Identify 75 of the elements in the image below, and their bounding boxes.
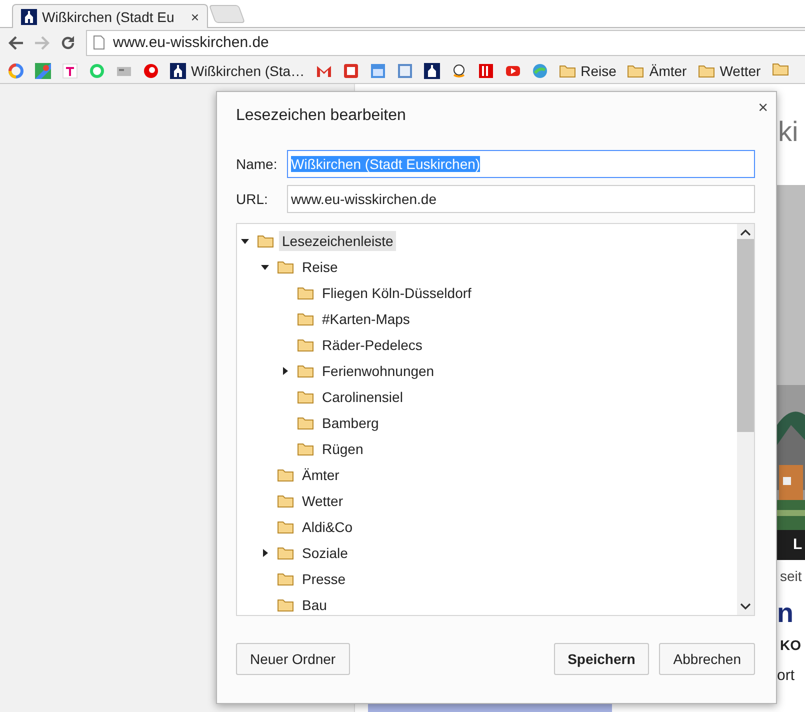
back-icon[interactable] — [8, 36, 24, 50]
collapse-arrow-icon[interactable] — [261, 263, 269, 271]
dialog-button[interactable]: Abbrechen — [659, 643, 755, 675]
folder-icon — [698, 64, 715, 78]
folder-item[interactable]: Carolinensiel — [319, 387, 406, 407]
folder-item[interactable]: Wetter — [299, 491, 346, 511]
expand-arrow-icon[interactable] — [281, 367, 289, 375]
folder-item[interactable]: Fliegen Köln-Düsseldorf — [319, 283, 474, 303]
folder-item[interactable]: Presse — [299, 569, 349, 589]
folder-item[interactable]: Rügen — [319, 439, 366, 459]
bookmark-folder[interactable]: Reise — [558, 62, 616, 78]
page-subtitle: KO — [779, 637, 802, 653]
church-icon[interactable] — [424, 62, 440, 78]
folder-item[interactable]: Ämter — [299, 465, 342, 485]
folder-item[interactable]: Räder-Pedelecs — [319, 335, 426, 355]
name-label: Name: — [236, 156, 278, 172]
reload-icon[interactable] — [60, 34, 76, 50]
bookmark-folder[interactable]: Ämter — [627, 62, 687, 78]
folder-icon — [297, 390, 314, 404]
folder-icon — [772, 62, 789, 76]
folder-icon — [297, 442, 314, 456]
folder-item[interactable]: Bamberg — [319, 413, 382, 433]
square-icon[interactable] — [478, 62, 494, 78]
url-label: URL: — [236, 191, 269, 207]
scroll-down-icon[interactable] — [740, 603, 751, 610]
close-button[interactable]: × — [758, 98, 768, 118]
url-field[interactable]: www.eu-wisskirchen.de — [287, 185, 755, 213]
scroll-up-icon[interactable] — [740, 229, 751, 236]
smile-icon[interactable] — [450, 62, 467, 78]
page-icon — [93, 35, 105, 50]
square-icon[interactable] — [62, 62, 78, 78]
dialog-title: Lesezeichen bearbeiten — [236, 107, 406, 125]
folder-item[interactable]: Bau — [299, 595, 330, 615]
folder-icon — [627, 64, 644, 78]
page-text: ort — [777, 667, 796, 684]
site-heading: ki — [777, 115, 800, 149]
page-title: n — [777, 598, 794, 629]
folder-icon — [297, 286, 314, 300]
close-tab-button[interactable]: × — [190, 8, 199, 24]
folder-icon — [277, 520, 294, 534]
church-icon — [21, 8, 37, 24]
screen-icon[interactable] — [396, 62, 413, 78]
folder-icon — [297, 416, 314, 430]
folder-icon — [297, 312, 314, 326]
folder-icon — [297, 338, 314, 352]
open-folder-icon — [257, 234, 274, 248]
page-link[interactable]: seit — [777, 568, 805, 584]
bookmark-folder[interactable]: Wetter — [698, 62, 761, 78]
bookmark-item[interactable]: Wißkirchen (Sta… — [170, 62, 305, 78]
folder-icon — [277, 546, 294, 560]
open-folder-icon — [277, 260, 294, 274]
folder-icon — [558, 64, 576, 78]
dialog-button[interactable]: Neuer Ordner — [236, 643, 350, 675]
folder-item[interactable]: Reise — [299, 257, 341, 277]
globe-icon[interactable] — [532, 62, 548, 78]
scrollbar[interactable] — [737, 224, 754, 615]
folder-icon — [277, 598, 294, 612]
collapse-arrow-icon[interactable] — [241, 237, 249, 245]
church-icon — [170, 62, 186, 78]
browser-tab[interactable]: Wißkirchen (Stadt Eu × — [12, 4, 208, 28]
save-button[interactable]: Speichern — [554, 643, 650, 675]
address-bar[interactable]: www.eu-wisskirchen.de — [86, 30, 805, 56]
image-caption: L — [777, 530, 805, 560]
folder-item[interactable]: #Karten-Maps — [319, 309, 413, 329]
ring-icon[interactable] — [8, 62, 24, 78]
folder-icon — [277, 468, 294, 482]
expand-arrow-icon[interactable] — [261, 549, 269, 557]
folder-icon — [277, 494, 294, 508]
folder-item[interactable]: Soziale — [299, 543, 351, 563]
folder-item[interactable]: Aldi&Co — [299, 517, 356, 537]
folder-item[interactable]: Ferienwohnungen — [319, 361, 438, 381]
folder-icon — [297, 364, 314, 378]
folder-icon — [277, 572, 294, 586]
map-icon[interactable] — [35, 62, 51, 78]
folder-item[interactable]: Lesezeichenleiste — [279, 231, 396, 251]
